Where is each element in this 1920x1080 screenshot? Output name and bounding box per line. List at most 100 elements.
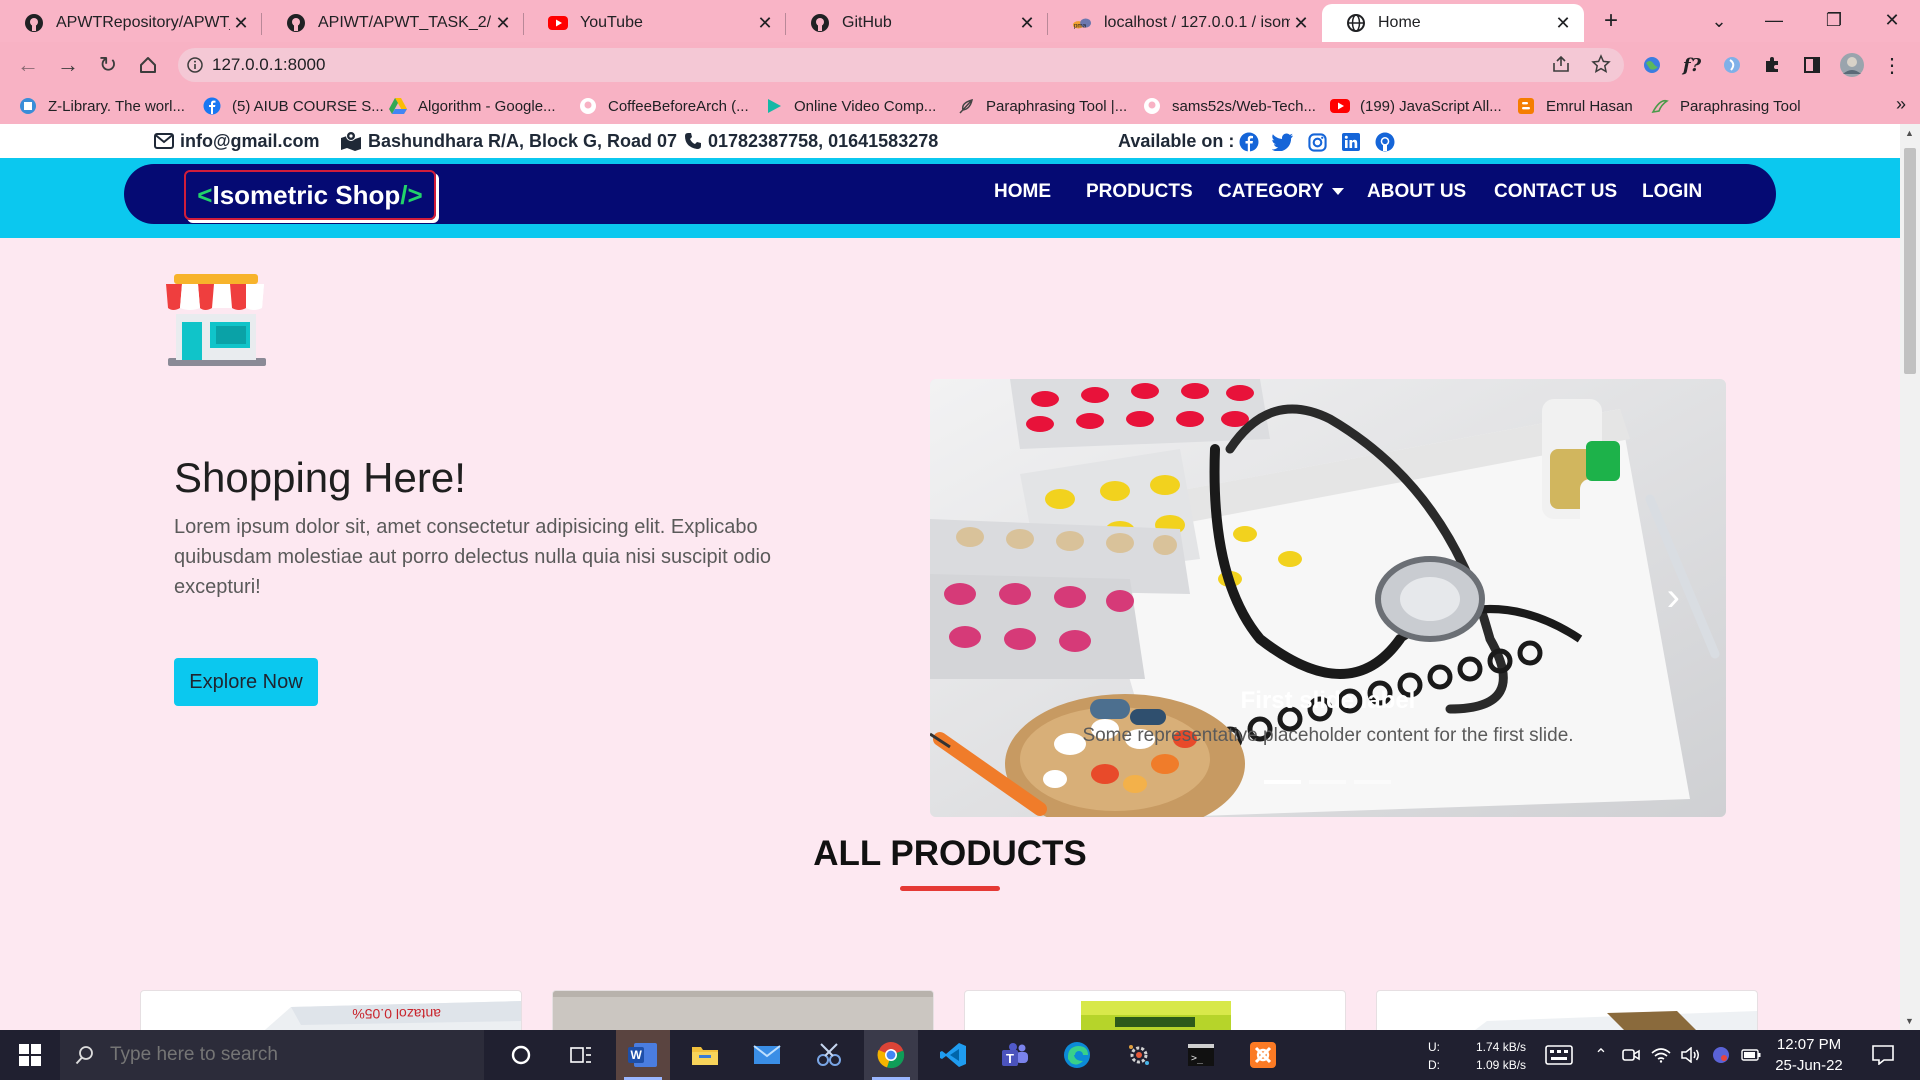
bookmark-javascript[interactable]: (199) JavaScript All... bbox=[1330, 94, 1502, 118]
side-panel-icon[interactable] bbox=[1796, 49, 1828, 81]
tab-phpmyadmin[interactable]: pma localhost / 127.0.0.1 / isom ✕ bbox=[1048, 4, 1322, 42]
teams-app-icon[interactable]: T bbox=[988, 1030, 1042, 1080]
nav-products[interactable]: PRODUCTS bbox=[1086, 181, 1193, 203]
bookmark-label: Paraphrasing Tool |... bbox=[986, 97, 1128, 115]
bookmark-zlibrary[interactable]: Z-Library. The worl... bbox=[18, 94, 185, 118]
bookmarks-more-icon[interactable]: » bbox=[1896, 94, 1906, 115]
bookmark-star-icon[interactable] bbox=[1586, 49, 1616, 79]
blogger-icon bbox=[1516, 96, 1536, 116]
nav-home[interactable]: HOME bbox=[994, 181, 1051, 203]
chevron-up-icon[interactable]: ⌃ bbox=[1590, 1044, 1612, 1066]
edge-app-icon[interactable] bbox=[1050, 1030, 1104, 1080]
nav-login[interactable]: LOGIN bbox=[1642, 181, 1702, 203]
notification-center-icon[interactable] bbox=[1868, 1044, 1898, 1066]
extension-shield-icon[interactable] bbox=[1716, 49, 1748, 81]
back-button[interactable]: ← bbox=[12, 49, 44, 81]
tab-search-chevron-icon[interactable]: ⌄ bbox=[1704, 6, 1734, 36]
github-icon[interactable] bbox=[1374, 131, 1396, 153]
tab-title: APWTRepository/APWT_TA bbox=[56, 14, 230, 31]
browser-menu-icon[interactable]: ⋮ bbox=[1876, 49, 1908, 81]
share-icon[interactable] bbox=[1546, 49, 1576, 79]
new-tab-button[interactable]: + bbox=[1596, 6, 1626, 36]
keyboard-language-icon[interactable] bbox=[1544, 1044, 1574, 1066]
bookmark-algorithm-drive[interactable]: Algorithm - Google... bbox=[388, 94, 556, 118]
tab-github[interactable]: GitHub ✕ bbox=[786, 4, 1048, 42]
taskbar-search[interactable] bbox=[60, 1030, 484, 1080]
formula-extension-icon[interactable]: f? bbox=[1676, 49, 1708, 81]
carousel-indicator-1[interactable] bbox=[1264, 780, 1301, 784]
instagram-icon[interactable] bbox=[1306, 131, 1328, 153]
carousel-indicator-2[interactable] bbox=[1309, 780, 1346, 784]
vscode-app-icon[interactable] bbox=[926, 1030, 980, 1080]
facebook-icon[interactable] bbox=[1238, 131, 1260, 153]
nav-about[interactable]: ABOUT US bbox=[1367, 181, 1466, 203]
scroll-up-arrow-icon[interactable]: ▲ bbox=[1905, 128, 1914, 138]
bookmark-coffeebeforearch[interactable]: CoffeeBeforeArch (... bbox=[578, 94, 749, 118]
all-products-heading: ALL PRODUCTS bbox=[813, 834, 1087, 873]
bookmark-emrul-hasan[interactable]: Emrul Hasan bbox=[1516, 94, 1633, 118]
volume-icon[interactable] bbox=[1680, 1044, 1702, 1066]
tab-apwt-repository[interactable]: APWTRepository/APWT_TA ✕ bbox=[0, 4, 262, 42]
close-icon[interactable]: ✕ bbox=[492, 12, 514, 34]
carousel-next-chevron-icon[interactable]: › bbox=[1667, 575, 1680, 620]
snipping-tool-icon[interactable] bbox=[802, 1030, 856, 1080]
tab-youtube[interactable]: YouTube ✕ bbox=[524, 4, 786, 42]
product-card[interactable] bbox=[964, 990, 1346, 1030]
topbar-email[interactable]: info@gmail.com bbox=[154, 130, 320, 152]
battery-icon[interactable] bbox=[1740, 1044, 1762, 1066]
page-scrollbar[interactable]: ▲ ▼ bbox=[1900, 124, 1920, 1030]
meet-now-icon[interactable] bbox=[1620, 1044, 1642, 1066]
site-logo[interactable]: < Isometric Shop/> bbox=[184, 170, 436, 220]
scrollbar-thumb[interactable] bbox=[1904, 148, 1916, 374]
forward-button[interactable]: → bbox=[52, 49, 84, 81]
teams-tray-icon[interactable] bbox=[1710, 1044, 1732, 1066]
close-icon[interactable]: ✕ bbox=[754, 12, 776, 34]
word-app-icon[interactable]: W bbox=[616, 1030, 670, 1080]
cortana-icon[interactable] bbox=[494, 1030, 548, 1080]
xampp-app-icon[interactable] bbox=[1236, 1030, 1290, 1080]
nav-category-dropdown[interactable]: CATEGORY bbox=[1218, 181, 1344, 203]
windows-start-button[interactable] bbox=[0, 1030, 60, 1080]
restore-button[interactable]: ❐ bbox=[1806, 0, 1862, 40]
settings-gear-app-icon[interactable] bbox=[1112, 1030, 1166, 1080]
url-input[interactable] bbox=[212, 55, 1512, 75]
terminal-app-icon[interactable]: >_ bbox=[1174, 1030, 1228, 1080]
product-card[interactable] bbox=[1376, 990, 1758, 1030]
nav-contact[interactable]: CONTACT US bbox=[1494, 181, 1617, 203]
close-icon[interactable]: ✕ bbox=[1290, 12, 1312, 34]
home-button[interactable] bbox=[132, 49, 164, 81]
site-info-icon[interactable] bbox=[178, 48, 212, 82]
close-icon[interactable]: ✕ bbox=[1016, 12, 1038, 34]
extensions-puzzle-icon[interactable] bbox=[1756, 49, 1788, 81]
taskbar-search-input[interactable] bbox=[110, 1044, 450, 1066]
bookmark-web-tech[interactable]: sams52s/Web-Tech... bbox=[1142, 94, 1316, 118]
task-view-icon[interactable] bbox=[554, 1030, 608, 1080]
product-card[interactable] bbox=[552, 990, 934, 1030]
linkedin-icon[interactable] bbox=[1340, 131, 1362, 153]
wifi-icon[interactable] bbox=[1650, 1044, 1672, 1066]
reload-button[interactable]: ↻ bbox=[92, 49, 124, 81]
bookmark-paraphrasing-1[interactable]: Paraphrasing Tool |... bbox=[956, 94, 1127, 118]
chrome-app-icon[interactable] bbox=[864, 1030, 918, 1080]
bookmark-video-compressor[interactable]: Online Video Comp... bbox=[764, 94, 936, 118]
profile-avatar[interactable] bbox=[1836, 49, 1868, 81]
extension-globe-icon[interactable] bbox=[1636, 49, 1668, 81]
bookmark-aiub-course[interactable]: (5) AIUB COURSE S... bbox=[202, 94, 384, 118]
product-card[interactable]: antazol 0.05% bbox=[140, 990, 522, 1030]
tab-apiwt-task[interactable]: APIWT/APWT_TASK_2/Scre ✕ bbox=[262, 4, 524, 42]
explore-now-button[interactable]: Explore Now bbox=[174, 658, 318, 706]
system-clock[interactable]: 12:07 PM 25-Jun-22 bbox=[1764, 1034, 1854, 1076]
address-bar[interactable] bbox=[178, 48, 1624, 82]
bookmark-paraphrasing-2[interactable]: Paraphrasing Tool bbox=[1650, 94, 1801, 118]
tab-home[interactable]: Home ✕ bbox=[1322, 4, 1584, 42]
scroll-down-arrow-icon[interactable]: ▼ bbox=[1905, 1016, 1914, 1026]
bookmark-label: Algorithm - Google... bbox=[418, 97, 556, 115]
mail-app-icon[interactable] bbox=[740, 1030, 794, 1080]
close-icon[interactable]: ✕ bbox=[1552, 12, 1574, 34]
window-close-button[interactable]: ✕ bbox=[1864, 0, 1920, 40]
file-explorer-icon[interactable] bbox=[678, 1030, 732, 1080]
close-icon[interactable]: ✕ bbox=[230, 12, 252, 34]
twitter-icon[interactable] bbox=[1272, 131, 1294, 153]
minimize-button[interactable]: — bbox=[1746, 0, 1802, 40]
carousel-indicator-3[interactable] bbox=[1354, 780, 1391, 784]
